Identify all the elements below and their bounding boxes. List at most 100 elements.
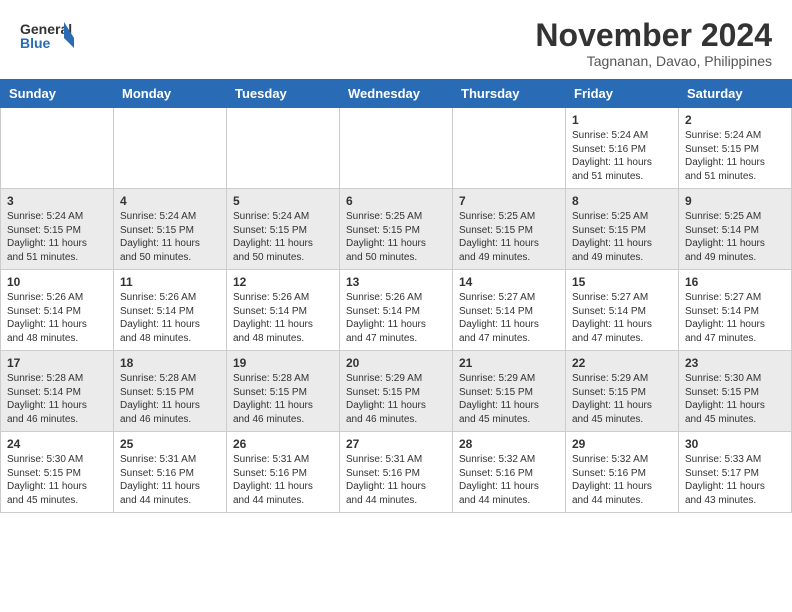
day-number: 7 (459, 194, 559, 208)
day-number: 21 (459, 356, 559, 370)
calendar-cell (453, 108, 566, 189)
day-info: Sunrise: 5:27 AM Sunset: 5:14 PM Dayligh… (685, 291, 785, 345)
calendar-cell: 21 Sunrise: 5:29 AM Sunset: 5:15 PM Dayli… (453, 351, 566, 432)
calendar-cell: 14 Sunrise: 5:27 AM Sunset: 5:14 PM Dayli… (453, 270, 566, 351)
day-info: Sunrise: 5:32 AM Sunset: 5:16 PM Dayligh… (572, 453, 672, 507)
day-info: Sunrise: 5:28 AM Sunset: 5:15 PM Dayligh… (120, 372, 220, 426)
day-info: Sunrise: 5:26 AM Sunset: 5:14 PM Dayligh… (346, 291, 446, 345)
day-info: Sunrise: 5:31 AM Sunset: 5:16 PM Dayligh… (233, 453, 333, 507)
day-info: Sunrise: 5:26 AM Sunset: 5:14 PM Dayligh… (7, 291, 107, 345)
calendar-cell (227, 108, 340, 189)
calendar-cell: 16 Sunrise: 5:27 AM Sunset: 5:14 PM Dayli… (679, 270, 792, 351)
calendar-cell: 27Sunrise: 5:31 AM Sunset: 5:16 PM Dayli… (340, 432, 453, 513)
calendar-cell: 23 Sunrise: 5:30 AM Sunset: 5:15 PM Dayli… (679, 351, 792, 432)
calendar-cell: 25 Sunrise: 5:31 AM Sunset: 5:16 PM Dayli… (114, 432, 227, 513)
day-number: 2 (685, 113, 785, 127)
day-info: Sunrise: 5:33 AM Sunset: 5:17 PM Dayligh… (685, 453, 785, 507)
day-info: Sunrise: 5:26 AM Sunset: 5:14 PM Dayligh… (233, 291, 333, 345)
day-number: 17 (7, 356, 107, 370)
calendar-cell (340, 108, 453, 189)
calendar-cell (114, 108, 227, 189)
calendar-cell: 29 Sunrise: 5:32 AM Sunset: 5:16 PM Dayli… (566, 432, 679, 513)
day-info: Sunrise: 5:28 AM Sunset: 5:15 PM Dayligh… (233, 372, 333, 426)
svg-text:Blue: Blue (20, 35, 51, 51)
day-number: 14 (459, 275, 559, 289)
day-info: Sunrise: 5:31 AM Sunset: 5:16 PM Dayligh… (120, 453, 220, 507)
calendar-cell: 10 Sunrise: 5:26 AM Sunset: 5:14 PM Dayli… (1, 270, 114, 351)
calendar-cell: 22 Sunrise: 5:29 AM Sunset: 5:15 PM Dayli… (566, 351, 679, 432)
calendar-cell: 19 Sunrise: 5:28 AM Sunset: 5:15 PM Dayli… (227, 351, 340, 432)
day-info: Sunrise: 5:25 AM Sunset: 5:15 PM Dayligh… (572, 210, 672, 264)
day-number: 20 (346, 356, 446, 370)
page: GeneralBlue November 2024 Tagnanan, Dava… (0, 0, 792, 513)
calendar-cell: 24Sunrise: 5:30 AM Sunset: 5:15 PM Dayli… (1, 432, 114, 513)
day-info: Sunrise: 5:28 AM Sunset: 5:14 PM Dayligh… (7, 372, 107, 426)
calendar-header-friday: Friday (566, 80, 679, 108)
day-info: Sunrise: 5:24 AM Sunset: 5:15 PM Dayligh… (685, 129, 785, 183)
day-number: 26 (233, 437, 333, 451)
calendar-cell (1, 108, 114, 189)
day-number: 5 (233, 194, 333, 208)
month-title: November 2024 (535, 18, 772, 53)
calendar-cell: 15 Sunrise: 5:27 AM Sunset: 5:14 PM Dayli… (566, 270, 679, 351)
day-number: 3 (7, 194, 107, 208)
calendar-cell: 6 Sunrise: 5:25 AM Sunset: 5:15 PM Daylig… (340, 189, 453, 270)
day-info: Sunrise: 5:29 AM Sunset: 5:15 PM Dayligh… (346, 372, 446, 426)
day-info: Sunrise: 5:31 AM Sunset: 5:16 PM Dayligh… (346, 453, 446, 507)
logo: GeneralBlue (20, 18, 76, 58)
day-number: 22 (572, 356, 672, 370)
day-number: 15 (572, 275, 672, 289)
day-info: Sunrise: 5:27 AM Sunset: 5:14 PM Dayligh… (459, 291, 559, 345)
day-info: Sunrise: 5:30 AM Sunset: 5:15 PM Dayligh… (685, 372, 785, 426)
day-info: Sunrise: 5:32 AM Sunset: 5:16 PM Dayligh… (459, 453, 559, 507)
day-number: 4 (120, 194, 220, 208)
calendar-header-thursday: Thursday (453, 80, 566, 108)
calendar-week-4: 17 Sunrise: 5:28 AM Sunset: 5:14 PM Dayli… (1, 351, 792, 432)
calendar-cell: 12 Sunrise: 5:26 AM Sunset: 5:14 PM Dayli… (227, 270, 340, 351)
day-number: 25 (120, 437, 220, 451)
calendar-cell: 28 Sunrise: 5:32 AM Sunset: 5:16 PM Dayli… (453, 432, 566, 513)
day-number: 18 (120, 356, 220, 370)
calendar-cell: 30 Sunrise: 5:33 AM Sunset: 5:17 PM Dayli… (679, 432, 792, 513)
calendar-week-3: 10 Sunrise: 5:26 AM Sunset: 5:14 PM Dayli… (1, 270, 792, 351)
day-number: 16 (685, 275, 785, 289)
location: Tagnanan, Davao, Philippines (535, 53, 772, 69)
day-info: Sunrise: 5:29 AM Sunset: 5:15 PM Dayligh… (572, 372, 672, 426)
calendar-cell: 13 Sunrise: 5:26 AM Sunset: 5:14 PM Dayli… (340, 270, 453, 351)
day-info: Sunrise: 5:29 AM Sunset: 5:15 PM Dayligh… (459, 372, 559, 426)
day-number: 11 (120, 275, 220, 289)
day-info: Sunrise: 5:27 AM Sunset: 5:14 PM Dayligh… (572, 291, 672, 345)
calendar-header-monday: Monday (114, 80, 227, 108)
calendar-header-saturday: Saturday (679, 80, 792, 108)
day-number: 10 (7, 275, 107, 289)
calendar-header-wednesday: Wednesday (340, 80, 453, 108)
day-number: 13 (346, 275, 446, 289)
day-info: Sunrise: 5:24 AM Sunset: 5:15 PM Dayligh… (7, 210, 107, 264)
day-info: Sunrise: 5:24 AM Sunset: 5:15 PM Dayligh… (120, 210, 220, 264)
calendar-week-2: 3 Sunrise: 5:24 AM Sunset: 5:15 PM Daylig… (1, 189, 792, 270)
day-number: 12 (233, 275, 333, 289)
day-number: 6 (346, 194, 446, 208)
day-number: 28 (459, 437, 559, 451)
day-number: 1 (572, 113, 672, 127)
day-number: 19 (233, 356, 333, 370)
calendar-cell: 8 Sunrise: 5:25 AM Sunset: 5:15 PM Daylig… (566, 189, 679, 270)
calendar-header-tuesday: Tuesday (227, 80, 340, 108)
day-info: Sunrise: 5:25 AM Sunset: 5:14 PM Dayligh… (685, 210, 785, 264)
day-info: Sunrise: 5:25 AM Sunset: 5:15 PM Dayligh… (346, 210, 446, 264)
day-number: 29 (572, 437, 672, 451)
day-number: 8 (572, 194, 672, 208)
calendar-cell: 18 Sunrise: 5:28 AM Sunset: 5:15 PM Dayli… (114, 351, 227, 432)
calendar-cell: 4 Sunrise: 5:24 AM Sunset: 5:15 PM Daylig… (114, 189, 227, 270)
day-number: 23 (685, 356, 785, 370)
calendar-cell: 26 Sunrise: 5:31 AM Sunset: 5:16 PM Dayli… (227, 432, 340, 513)
day-number: 30 (685, 437, 785, 451)
calendar-header-row: SundayMondayTuesdayWednesdayThursdayFrid… (1, 80, 792, 108)
calendar-cell: 20 Sunrise: 5:29 AM Sunset: 5:15 PM Dayli… (340, 351, 453, 432)
day-info: Sunrise: 5:26 AM Sunset: 5:14 PM Dayligh… (120, 291, 220, 345)
calendar-week-1: 1Sunrise: 5:24 AM Sunset: 5:16 PM Daylig… (1, 108, 792, 189)
title-block: November 2024 Tagnanan, Davao, Philippin… (535, 18, 772, 69)
calendar-cell: 3 Sunrise: 5:24 AM Sunset: 5:15 PM Daylig… (1, 189, 114, 270)
calendar-week-5: 24Sunrise: 5:30 AM Sunset: 5:15 PM Dayli… (1, 432, 792, 513)
day-info: Sunrise: 5:24 AM Sunset: 5:15 PM Dayligh… (233, 210, 333, 264)
